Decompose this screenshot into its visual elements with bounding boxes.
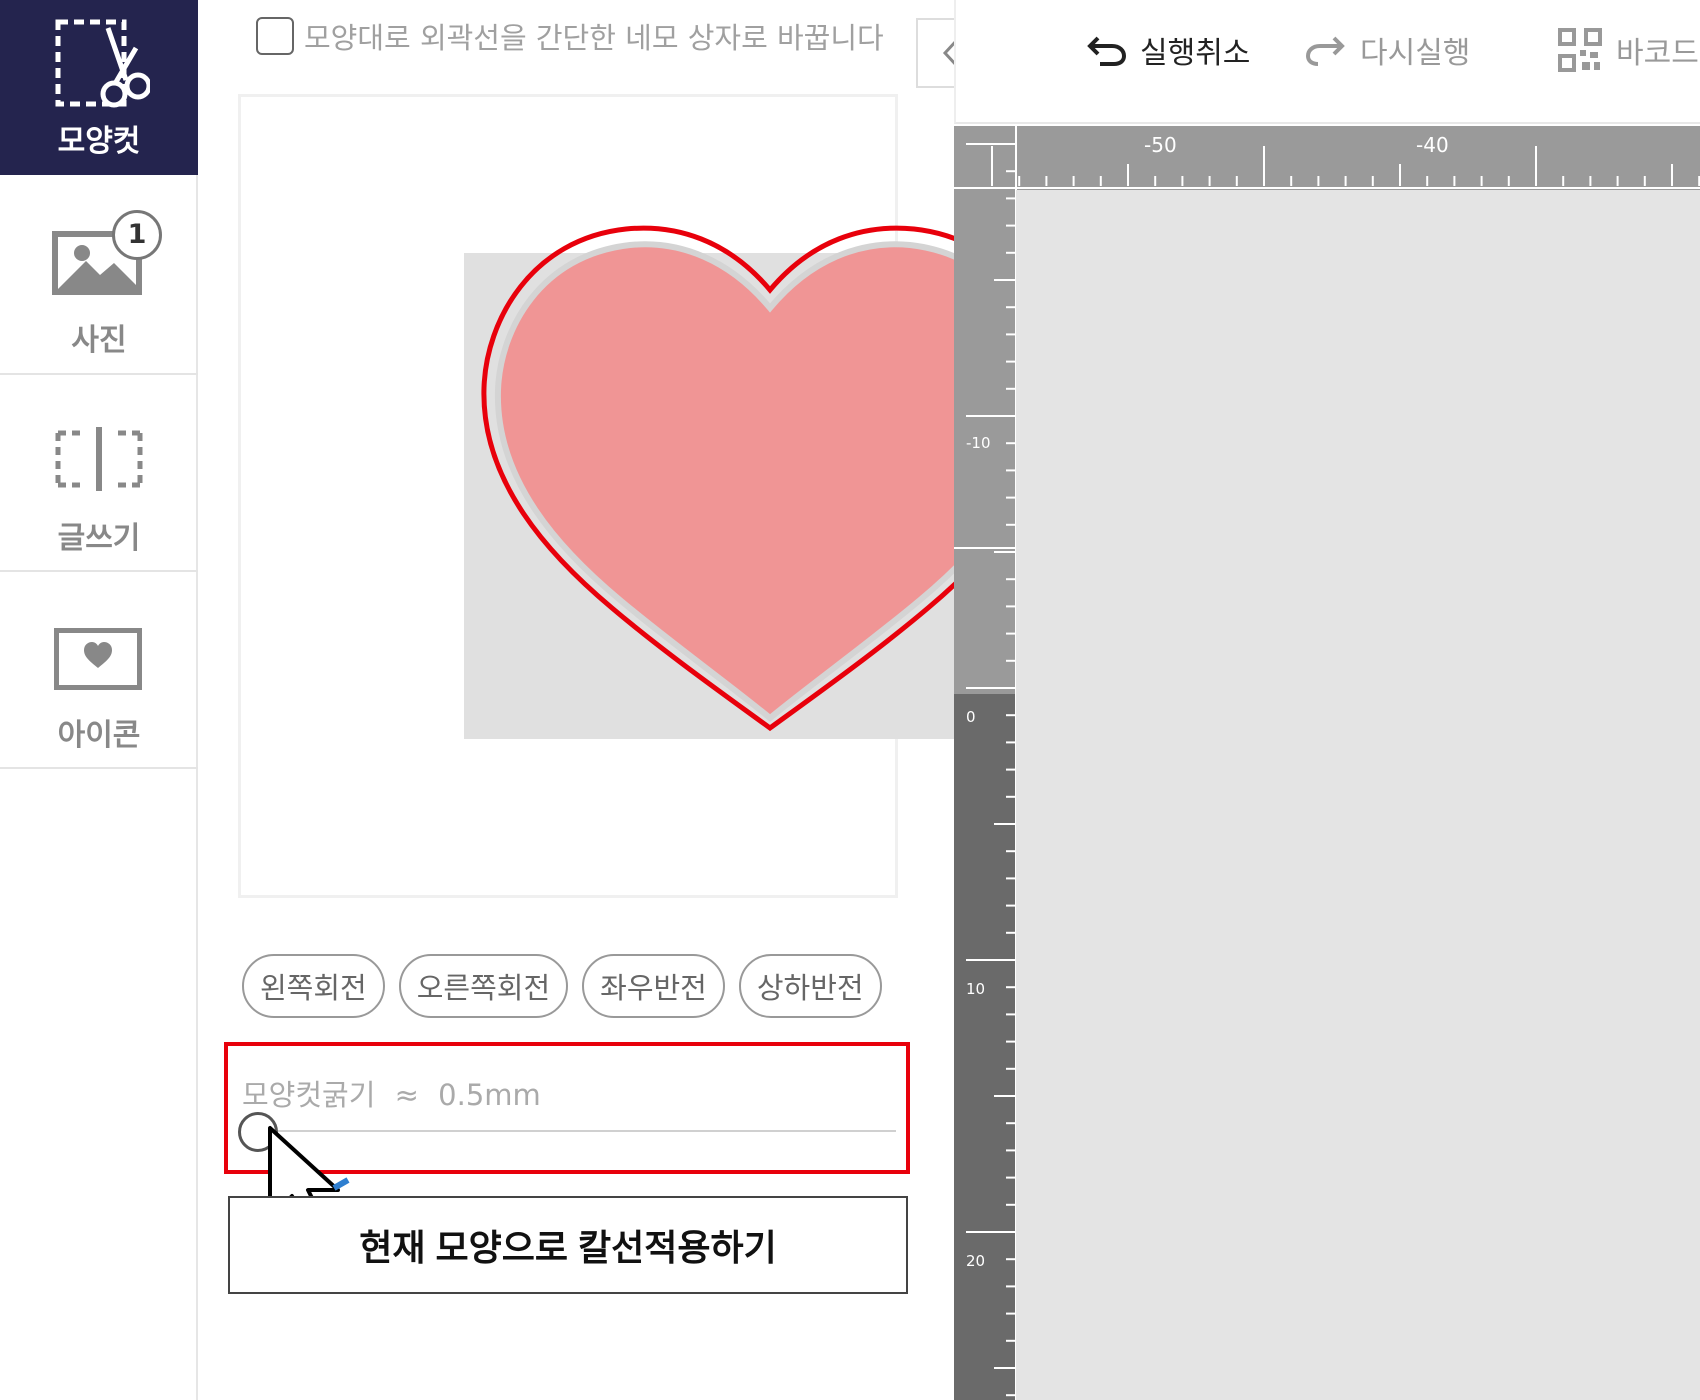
tool-sidebar: 모양컷 1 사진 글쓰기 아이콘 — [0, 0, 198, 1400]
sidebar-item-text[interactable]: 글쓰기 — [0, 375, 198, 572]
flip-horizontal-button[interactable]: 좌우반전 — [582, 954, 725, 1018]
sidebar-item-label: 사진 — [71, 323, 127, 358]
undo-icon — [1087, 36, 1126, 66]
thickness-slider-track[interactable] — [266, 1130, 896, 1132]
redo-button[interactable]: 다시실행 — [1306, 28, 1470, 72]
simplify-checkbox[interactable] — [256, 17, 294, 55]
sidebar-item-label: 아이콘 — [57, 718, 141, 753]
photo-count-badge: 1 — [112, 210, 162, 260]
sidebar-item-icon[interactable]: 아이콘 — [0, 572, 198, 769]
barcode-button[interactable]: 바코드 — [1558, 28, 1699, 72]
rotate-right-button[interactable]: 오른쪽회전 — [398, 954, 569, 1018]
thickness-readout: 모양컷굵기 ≈ 0.5mm — [242, 1072, 541, 1114]
ruler-left-label: 0 — [966, 708, 976, 726]
approx-symbol: ≈ — [394, 1078, 419, 1112]
qr-code-icon — [1558, 28, 1602, 72]
ruler-left-label: 10 — [966, 980, 985, 998]
shape-cut-panel: 모양대로 외곽선을 간단한 네모 상자로 바꿉니다 왼쪽회전 오른쪽회전 좌우반… — [200, 0, 1059, 1400]
heart-frame-icon — [54, 628, 142, 690]
barcode-label: 바코드 — [1616, 36, 1699, 71]
undo-label: 실행취소 — [1140, 36, 1251, 71]
thickness-value: 0.5mm — [438, 1078, 541, 1112]
ruler-left-label: -10 — [966, 434, 991, 452]
undo-button[interactable]: 실행취소 — [1086, 28, 1250, 72]
artboard[interactable] — [1016, 190, 1700, 1400]
ruler-top-label: -50 — [1144, 133, 1177, 157]
flip-vertical-button[interactable]: 상하반전 — [738, 954, 882, 1018]
sidebar-item-photo[interactable]: 1 사진 — [0, 175, 198, 375]
sidebar-item-label: 글쓰기 — [57, 521, 141, 556]
simplify-option[interactable]: 모양대로 외곽선을 간단한 네모 상자로 바꿉니다 — [256, 14, 884, 58]
scissors-dashed-icon — [55, 19, 150, 108]
cut-thickness-control: 모양컷굵기 ≈ 0.5mm — [224, 1042, 910, 1237]
sidebar-item-shape-cut[interactable]: 모양컷 — [0, 0, 198, 175]
text-cursor-icon — [55, 427, 143, 491]
transform-buttons: 왼쪽회전 오른쪽회전 좌우반전 상하반전 — [242, 954, 896, 1018]
rotate-left-button[interactable]: 왼쪽회전 — [242, 954, 385, 1018]
top-toolbar: 실행취소 다시실행 바코드 — [954, 0, 1700, 124]
redo-icon — [1306, 36, 1345, 66]
apply-cut-line-button[interactable]: 현재 모양으로 칼선적용하기 — [228, 1196, 908, 1294]
redo-label: 다시실행 — [1360, 36, 1471, 71]
ruler-top-label: -40 — [1416, 133, 1449, 157]
ruler-left-label: 20 — [966, 1252, 985, 1270]
simplify-label: 모양대로 외곽선을 간단한 네모 상자로 바꿉니다 — [304, 21, 884, 55]
design-canvas-area[interactable]: -50 -40 -10 0 10 20 — [954, 126, 1700, 1400]
sidebar-item-label: 모양컷 — [57, 124, 141, 159]
ruler-left-active-range — [954, 694, 1016, 1400]
thickness-label: 모양컷굵기 — [242, 1078, 376, 1112]
